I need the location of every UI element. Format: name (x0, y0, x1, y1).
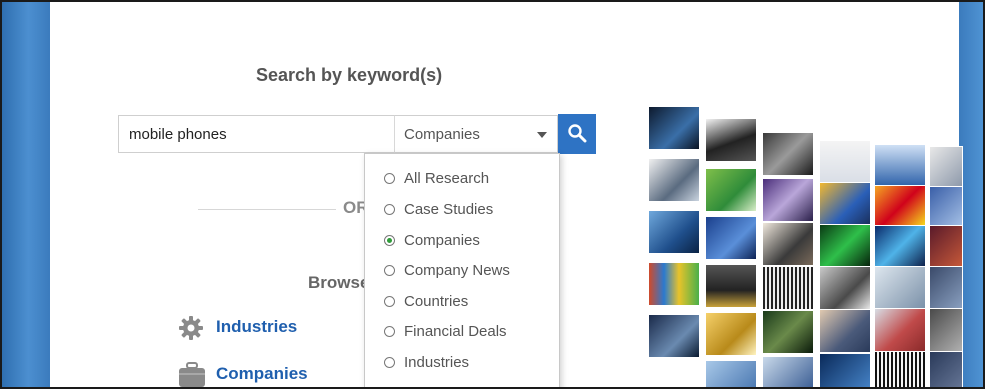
radio-button[interactable] (384, 265, 395, 276)
image-wall (648, 98, 963, 387)
image-tile (819, 353, 871, 387)
option-label: Countries (404, 293, 469, 310)
radio-button[interactable] (384, 173, 395, 184)
image-tile (762, 222, 814, 266)
option-label: Companies (404, 232, 480, 249)
image-tile (705, 360, 757, 387)
option-label: Case Studies (404, 201, 494, 218)
radio-button[interactable] (384, 296, 395, 307)
image-tile (819, 140, 871, 184)
image-tile (874, 144, 926, 188)
radio-button[interactable] (384, 204, 395, 215)
image-tile (929, 225, 963, 269)
browse-item-label: Industries (216, 317, 298, 336)
image-tile (705, 168, 757, 212)
option-label: Industries (404, 354, 470, 371)
image-tile (874, 266, 926, 310)
image-tile (874, 308, 926, 352)
image-tile (705, 264, 757, 308)
screenshot-frame: Search by keyword(s) Companies OR Browse (0, 0, 985, 389)
search-input[interactable] (118, 115, 394, 153)
image-tile (648, 210, 700, 254)
left-background-strip (2, 2, 50, 387)
radio-button[interactable] (384, 326, 395, 337)
image-tile (874, 225, 926, 269)
option-label: Financial Deals (404, 323, 507, 340)
image-tile (762, 132, 814, 176)
image-tile (648, 314, 700, 358)
image-tile (874, 351, 926, 387)
search-scope-dropdown: All Research Case Studies Companies Comp… (364, 153, 560, 387)
image-tile (874, 185, 926, 229)
image-tile (929, 266, 963, 310)
image-tile (705, 312, 757, 356)
image-tile (762, 310, 814, 354)
divider-line (198, 209, 336, 210)
image-tile (648, 262, 700, 306)
browse-item-label: Companies (216, 364, 308, 383)
image-tile (929, 308, 963, 352)
option-label: All Research (404, 170, 490, 187)
image-tile (929, 146, 963, 190)
search-icon (568, 124, 587, 143)
search-button[interactable] (558, 114, 596, 154)
image-tile (762, 178, 814, 222)
image-tile (819, 266, 871, 310)
radio-button[interactable] (384, 357, 395, 368)
image-tile (705, 216, 757, 260)
search-scope-value: Companies (404, 126, 480, 143)
option-label: Company News (404, 262, 510, 279)
image-tile (819, 309, 871, 353)
image-tile (705, 118, 757, 162)
image-tile (929, 351, 963, 387)
chevron-down-icon (537, 132, 547, 138)
image-tile (648, 158, 700, 202)
page-title: Search by keyword(s) (256, 65, 443, 85)
search-scope-select[interactable]: Companies (394, 115, 558, 153)
gear-icon (179, 316, 203, 340)
image-tile (762, 266, 814, 310)
image-tile (762, 356, 814, 387)
radio-button-selected[interactable] (384, 235, 395, 246)
browse-heading: Browse (308, 273, 370, 292)
image-tile (929, 186, 963, 230)
image-tile (819, 182, 871, 226)
image-tile (819, 224, 871, 268)
image-tile (648, 106, 700, 150)
briefcase-icon (179, 362, 205, 387)
